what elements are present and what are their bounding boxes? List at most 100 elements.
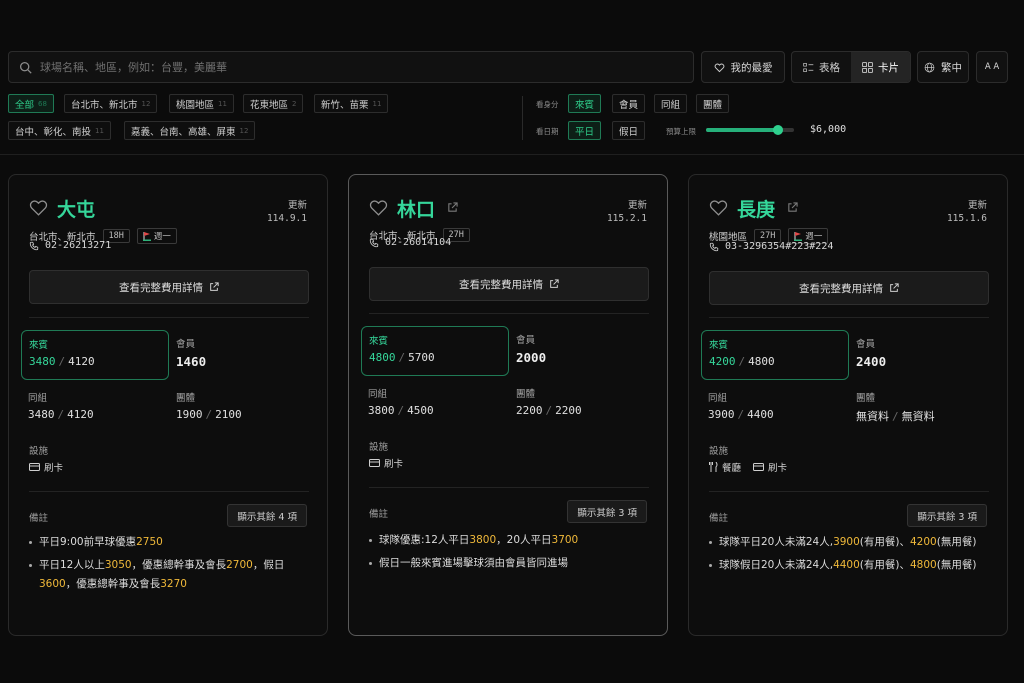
view-details-button[interactable]: 查看完整費用詳情 <box>369 267 649 301</box>
price-high: 4120 <box>68 355 95 368</box>
view-details-button[interactable]: 查看完整費用詳情 <box>709 271 989 305</box>
region-chip-taoyuan[interactable]: 桃園地區 11 <box>169 94 234 113</box>
view-details-label: 查看完整費用詳情 <box>799 282 883 295</box>
identity-option-label: 來賓 <box>575 99 595 111</box>
region-chip-hsinchu[interactable]: 新竹、苗栗 11 <box>314 94 389 113</box>
view-card-button[interactable]: 卡片 <box>851 52 910 82</box>
section-divider <box>29 491 309 492</box>
language-button[interactable]: 繁中 <box>917 51 969 83</box>
note-text: (有用餐)、 <box>859 559 910 571</box>
day-option-weekend[interactable]: 假日 <box>612 121 646 140</box>
price-low: 3900 <box>708 408 735 421</box>
update-date: 114.9.1 <box>266 213 307 224</box>
price-label: 團體 <box>516 389 536 400</box>
update-date: 115.2.1 <box>606 213 647 224</box>
region-chip-count: 68 <box>38 99 47 108</box>
show-more-button[interactable]: 顯示其餘 4 項 <box>227 504 307 527</box>
note-text: ，優惠總幹事及會長 <box>65 578 161 590</box>
update-date: 115.1.6 <box>946 213 987 224</box>
price-label: 會員 <box>516 335 536 346</box>
phone-row[interactable]: 02-26213271 <box>29 240 111 251</box>
external-link-icon[interactable] <box>447 202 458 213</box>
price-label: 團體 <box>176 393 196 404</box>
phone-icon <box>369 238 379 247</box>
price-label: 同組 <box>28 393 48 404</box>
note-price: 2750 <box>136 536 163 548</box>
external-link-icon[interactable] <box>787 202 798 213</box>
section-divider <box>709 317 989 318</box>
note-price: 3900 <box>833 536 860 548</box>
update-info: 更新 115.1.6 <box>947 199 987 225</box>
price-low: 3800 <box>368 404 395 417</box>
price-group: 同組 3900/4400 <box>701 384 849 434</box>
search-input[interactable] <box>40 60 640 74</box>
course-card[interactable]: 林口 更新 115.2.1 台北市、新北市 27H 02-26014104 查看完… <box>348 174 668 636</box>
note-price: 4800 <box>910 559 937 571</box>
facilities-list: 餐廳 刷卡 <box>709 460 787 474</box>
favorites-label: 我的最愛 <box>730 61 773 74</box>
phone-icon <box>29 241 39 250</box>
identity-option-group[interactable]: 同組 <box>654 94 688 113</box>
price-high: 4500 <box>407 404 434 417</box>
price-value: 無資料 / 無資料 <box>856 408 935 424</box>
price-slash: / <box>738 355 746 368</box>
budget-slider-thumb[interactable] <box>773 125 784 135</box>
region-chip-huadong[interactable]: 花東地區 2 <box>243 94 304 113</box>
utensils-icon <box>709 462 718 472</box>
external-link-icon <box>890 283 899 292</box>
price-value: 2200/2200 <box>516 404 582 417</box>
region-chip-taipei[interactable]: 台北市、新北市 12 <box>64 94 158 113</box>
note-price: 4400 <box>833 559 860 571</box>
phone-row[interactable]: 03-3296354#223#224 <box>709 241 833 252</box>
heart-icon[interactable] <box>29 199 48 216</box>
view-table-button[interactable]: 表格 <box>792 52 851 82</box>
course-card[interactable]: 長庚 更新 115.1.6 桃園地區 27H 週一 03-3296354#223#… <box>688 174 1008 636</box>
facility-item: 刷卡 <box>29 460 63 474</box>
identity-option-member[interactable]: 會員 <box>612 94 646 113</box>
price-value: 4200/4800 <box>709 355 775 368</box>
heart-icon[interactable] <box>709 199 728 216</box>
note-text: ，假日 <box>252 559 285 571</box>
note-text: 假日一般來賓進場擊球須由會員皆同進場 <box>379 557 568 569</box>
budget-slider[interactable] <box>706 125 794 135</box>
phone-row[interactable]: 02-26014104 <box>369 237 451 248</box>
globe-icon <box>924 62 935 72</box>
facilities-list: 刷卡 <box>369 456 403 470</box>
budget-slider-fill <box>706 128 779 132</box>
search-bar[interactable] <box>8 51 694 83</box>
favorites-button[interactable]: 我的最愛 <box>701 51 785 83</box>
search-icon <box>19 61 32 74</box>
price-value: 3480/4120 <box>28 408 94 421</box>
external-link-icon <box>210 282 219 291</box>
notes-label: 備註 <box>29 513 49 524</box>
price-label: 團體 <box>856 393 876 404</box>
region-chip-count: 12 <box>141 99 151 108</box>
price-label: 同組 <box>368 389 388 400</box>
view-details-label: 查看完整費用詳情 <box>119 281 203 294</box>
region-chip-south[interactable]: 嘉義、台南、高雄、屏東 12 <box>124 121 256 140</box>
region-chip-count: 11 <box>372 99 382 108</box>
price-value: 2400 <box>856 354 887 369</box>
identity-option-guest[interactable]: 來賓 <box>568 94 602 113</box>
show-more-button[interactable]: 顯示其餘 3 項 <box>567 500 647 523</box>
day-option-weekday[interactable]: 平日 <box>568 121 602 140</box>
region-chip-label: 台中、彰化、南投 <box>15 126 92 138</box>
region-chip-all[interactable]: 全部 68 <box>8 94 54 113</box>
show-more-button[interactable]: 顯示其餘 3 項 <box>907 504 987 527</box>
price-high: 2100 <box>215 408 242 421</box>
region-chip-taichung[interactable]: 台中、彰化、南投 11 <box>8 121 111 140</box>
price-low: 2200 <box>516 404 543 417</box>
region-chip-label: 全部 <box>15 99 35 111</box>
view-details-button[interactable]: 查看完整費用詳情 <box>29 270 309 304</box>
price-high: 4120 <box>67 408 94 421</box>
note-price: 3700 <box>551 534 579 546</box>
note-item: 球隊假日20人未滿24人,4400(有用餐)、4800(無用餐) <box>709 556 994 575</box>
course-card[interactable]: 大屯 更新 114.9.1 台北市、新北市 18H 週一 02-26213271 … <box>8 174 328 636</box>
identity-option-team[interactable]: 團體 <box>696 94 730 113</box>
price-group: 同組 3800/4500 <box>361 380 509 430</box>
font-size-button[interactable]: A A <box>976 51 1008 83</box>
price-high: 2200 <box>555 404 582 417</box>
note-text: 平日12人以上 <box>39 559 105 571</box>
region-chip-label: 新竹、苗栗 <box>321 99 369 111</box>
heart-icon[interactable] <box>369 199 388 216</box>
